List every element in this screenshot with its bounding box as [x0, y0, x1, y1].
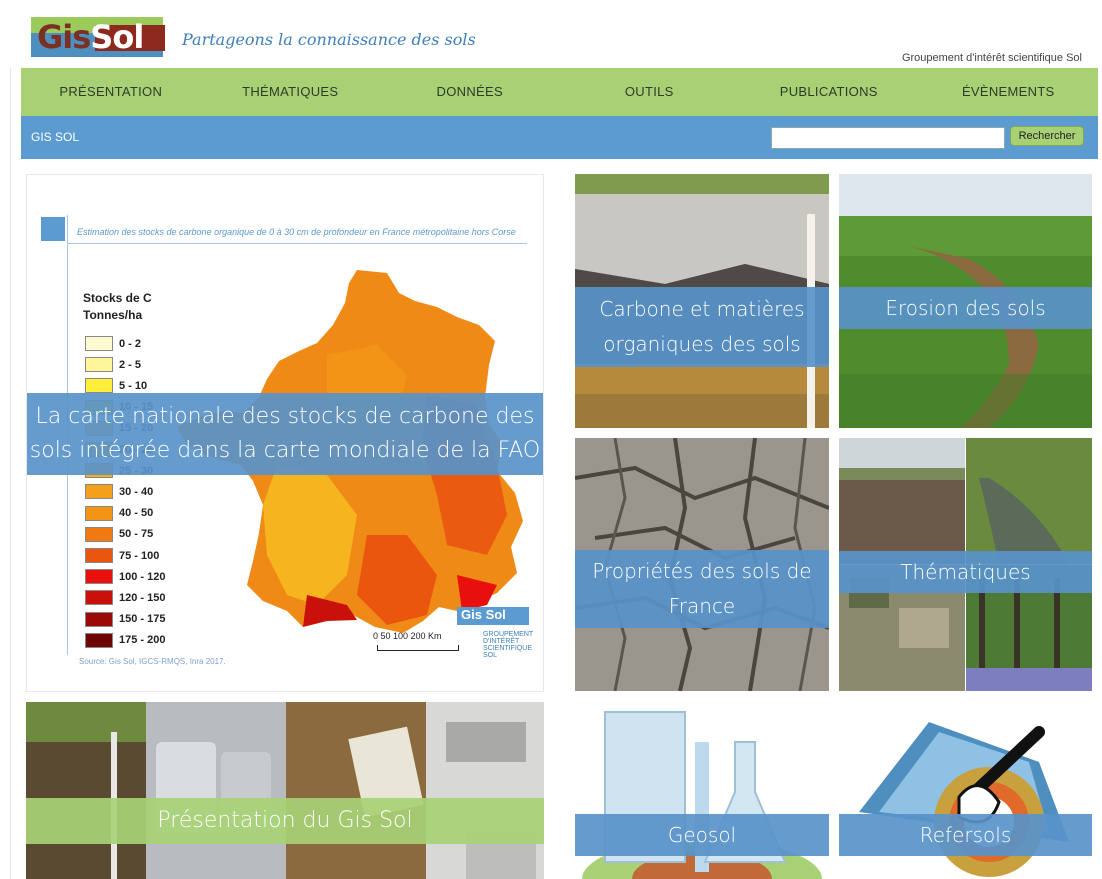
nav-item-publications[interactable]: PUBLICATIONS	[739, 68, 919, 116]
legend-swatch	[85, 505, 113, 521]
nav-item-thematiques[interactable]: THÉMATIQUES	[201, 68, 381, 116]
carbone-tile[interactable]: Carbone et matières organiques des sols	[575, 174, 829, 428]
proprietes-tile[interactable]: Propriétés des sols de France	[575, 438, 829, 691]
legend-title-line-1: Stocks de C	[83, 291, 152, 305]
nav-item-outils[interactable]: OUTILS	[560, 68, 740, 116]
legend-label: 120 - 150	[119, 591, 166, 604]
map-gissol-logo: Gis Sol	[457, 607, 529, 625]
legend-swatch	[85, 590, 113, 606]
breadcrumb-bar: GIS SOL Rechercher	[21, 116, 1098, 159]
legend-item: 150 - 175	[85, 611, 165, 628]
thematiques-tile[interactable]: Thématiques	[839, 438, 1092, 691]
presentation-tile-caption[interactable]: Présentation du Gis Sol	[26, 798, 544, 844]
legend-label: 50 - 75	[119, 528, 154, 541]
legend-label: 40 - 50	[119, 507, 154, 520]
nav-item-donnees[interactable]: DONNÉES	[380, 68, 560, 116]
nav-item-evenements[interactable]: ÉVÈNEMENTS	[919, 68, 1099, 116]
carbon-map-tile[interactable]: Estimation des stocks de carbone organiq…	[26, 174, 544, 692]
legend-item: 100 - 120	[85, 568, 165, 585]
legend-swatch	[85, 548, 113, 563]
refersols-tile[interactable]: Refersols	[839, 702, 1092, 879]
nav-item-presentation[interactable]: PRÉSENTATION	[21, 68, 201, 116]
legend-label: 30 - 40	[119, 485, 154, 498]
legend-item: 40 - 50	[85, 505, 153, 522]
refersols-tile-caption[interactable]: Refersols	[839, 814, 1092, 856]
legend-label: 150 - 175	[119, 613, 166, 626]
legend-swatch	[85, 336, 113, 351]
geosol-tile[interactable]: Geosol	[575, 702, 829, 879]
legend-swatch	[85, 484, 113, 500]
site-subtitle: Groupement d'intérêt scientifique Sol	[901, 52, 1082, 64]
erosion-tile-caption[interactable]: Erosion des sols	[839, 287, 1092, 329]
legend-label: 5 - 10	[119, 379, 148, 392]
legend-label: 75 - 100	[119, 549, 160, 562]
legend-item: 5 - 10	[85, 377, 147, 394]
presentation-tile[interactable]: Présentation du Gis Sol	[26, 702, 544, 879]
presentation-photo	[26, 702, 544, 879]
legend-title: Stocks de C Tonnes/ha	[83, 290, 152, 324]
gissol-logo[interactable]: GisSol	[31, 17, 165, 57]
logo-text-gis: Gis	[37, 18, 91, 56]
site-tagline: Partageons la connaissance des sols	[182, 30, 476, 49]
logo-text: GisSol	[37, 17, 144, 57]
legend-item: 175 - 200	[85, 632, 165, 649]
legend-swatch	[85, 378, 113, 394]
legend-swatch	[85, 526, 113, 542]
legend-item: 120 - 150	[85, 589, 165, 606]
legend-label: 175 - 200	[119, 634, 166, 647]
erosion-tile[interactable]: Erosion des sols	[839, 174, 1092, 428]
legend-item: 0 - 2	[85, 335, 141, 352]
legend-item: 30 - 40	[85, 483, 153, 500]
search-button[interactable]: Rechercher	[1010, 126, 1084, 146]
legend-item: 75 - 100	[85, 547, 159, 564]
map-scale-bar	[377, 645, 459, 651]
legend-title-line-2: Tonnes/ha	[83, 308, 143, 322]
legend-item: 50 - 75	[85, 526, 153, 543]
legend-label: 2 - 5	[119, 358, 142, 371]
map-source: Source: Gis Sol, IGCS-RMQS, Inra 2017.	[79, 657, 226, 666]
legend-label: 0 - 2	[119, 337, 142, 350]
breadcrumb[interactable]: GIS SOL	[31, 116, 79, 159]
site-header: GisSol Partageons la connaissance des so…	[10, 0, 1102, 68]
proprietes-tile-caption[interactable]: Propriétés des sols de France	[575, 550, 829, 628]
legend-swatch	[85, 569, 113, 585]
geosol-tile-caption[interactable]: Geosol	[575, 814, 829, 856]
map-gissol-logo-subtitle: GROUPEMENT D'INTÉRÊT SCIENTIFIQUE SOL	[483, 631, 534, 659]
legend-swatch	[85, 611, 113, 627]
logo-text-sol: Sol	[90, 18, 144, 56]
search-input[interactable]	[771, 127, 1005, 149]
legend-label: 100 - 120	[119, 570, 166, 583]
legend-swatch	[85, 357, 113, 373]
legend-item: 2 - 5	[85, 356, 141, 373]
thematiques-tile-caption[interactable]: Thématiques	[839, 551, 1092, 593]
legend-swatch	[85, 632, 113, 648]
map-tile-caption[interactable]: La carte nationale des stocks de carbone…	[27, 393, 543, 475]
main-navigation: PRÉSENTATION THÉMATIQUES DONNÉES OUTILS …	[21, 68, 1098, 116]
carbone-tile-caption[interactable]: Carbone et matières organiques des sols	[575, 287, 829, 367]
map-scale-label: 0 50 100 200 Km	[373, 631, 442, 641]
map-gissol-logo-text: Gis Sol	[461, 607, 506, 622]
